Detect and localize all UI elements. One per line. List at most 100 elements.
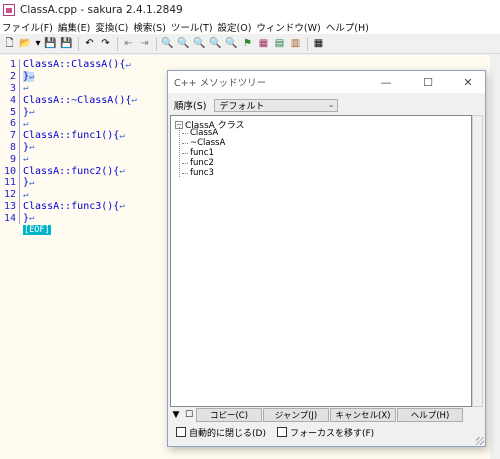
newline-mark: ↵ (29, 107, 35, 118)
tree-item[interactable]: func2 (182, 158, 214, 168)
menu-search[interactable]: 検索(S) (133, 20, 165, 34)
toolbar-separator (307, 36, 308, 51)
settings-icon[interactable]: ▤ (272, 36, 287, 51)
jump-button[interactable]: ジャンプ(J) (263, 407, 329, 422)
resize-grip[interactable] (476, 437, 484, 445)
order-select[interactable]: デフォルト ⌄ (214, 98, 339, 112)
tree-item[interactable]: func3 (182, 168, 214, 178)
dropdown-icon[interactable]: ▾ (34, 36, 42, 51)
editor-line[interactable]: 7 ClassA::func1(){↵ (0, 129, 137, 142)
redo-icon[interactable]: ↷ (98, 36, 113, 51)
menu-tools[interactable]: ツール(T) (171, 20, 213, 34)
method-tree-dialog: C++ メソッドツリー — ☐ ✕ 順序(S) デフォルト ⌄ − ClassA… (167, 70, 486, 447)
editor-line[interactable]: 1 ClassA::ClassA(){↵ (0, 59, 137, 71)
editor-line[interactable]: 14} ↵ (0, 212, 137, 225)
editor-line[interactable]: 6 ↵ (0, 117, 137, 130)
save-all-icon[interactable]: 💾 (59, 36, 74, 51)
line-separator (19, 165, 20, 177)
menu-help[interactable]: ヘルプ(H) (326, 20, 369, 34)
line-number: 2 (9, 71, 16, 83)
dialog-title-bar[interactable]: C++ メソッドツリー — ☐ ✕ (168, 71, 485, 93)
undo-icon[interactable]: ↶ (82, 36, 97, 51)
newline-mark: ↵ (29, 177, 35, 188)
editor-line[interactable]: 11} ↵ (0, 176, 137, 189)
line-number: 8 (9, 141, 16, 153)
menu-file[interactable]: ファイル(F) (2, 20, 53, 34)
order-row: 順序(S) デフォルト ⌄ (174, 98, 339, 112)
search-prev-icon[interactable]: 🔍 (160, 36, 175, 51)
editor-line[interactable]: 9 ↵ (0, 153, 137, 166)
line-separator (19, 59, 20, 71)
maximize-icon[interactable]: ☐ (420, 74, 436, 90)
close-icon[interactable]: ✕ (460, 74, 476, 90)
line-separator (19, 224, 20, 236)
window-title: ClassA.cpp - sakura 2.4.1.2849 (20, 3, 183, 16)
back-icon[interactable]: ⇤ (121, 36, 136, 51)
newline-mark: ↵ (23, 154, 29, 165)
method-tree[interactable]: − ClassA クラス ClassA ~ClassA func1 func2 … (170, 115, 472, 407)
title-bar: ClassA.cpp - sakura 2.4.1.2849 (0, 0, 500, 19)
line-separator (19, 176, 20, 189)
line-number: 9 (9, 153, 16, 165)
newline-mark: ↵ (29, 142, 35, 153)
code-text: ClassA::ClassA(){ (23, 59, 126, 71)
move-focus-checkbox[interactable] (276, 427, 287, 437)
editor-line[interactable]: [EOF] (0, 224, 137, 236)
tree-item[interactable]: ClassA (182, 128, 218, 138)
editor-line[interactable]: 4 ClassA::~ClassA(){↵ (0, 94, 137, 107)
jump-icon[interactable]: ⚑ (240, 36, 255, 51)
order-select-value: デフォルト (219, 101, 265, 112)
menu-settings[interactable]: 設定(O) (218, 20, 252, 34)
tree-item[interactable]: func1 (182, 148, 214, 158)
auto-close-checkbox[interactable] (176, 427, 186, 437)
line-number: 13 (3, 200, 16, 212)
line-separator (19, 129, 20, 142)
editor-line[interactable]: 5} ↵ (0, 106, 137, 118)
search-next-icon[interactable]: 🔍 (176, 36, 191, 51)
help-button[interactable]: ヘルプ(H) (397, 407, 463, 422)
tree-item[interactable]: ~ClassA (182, 138, 225, 148)
open-folder-icon[interactable]: 📂 (18, 36, 33, 51)
editor-lines: 1 ClassA::ClassA(){↵ 2} ↵ 3 ↵ 4 ClassA::~Cla… (0, 59, 137, 236)
line-separator (19, 117, 20, 130)
grep-icon[interactable]: 🔍 (192, 36, 207, 51)
ruler (0, 55, 500, 58)
editor-line[interactable]: 12 ↵ (0, 188, 137, 201)
editor-line[interactable]: 2} ↵ (0, 70, 137, 83)
menu-bar: ファイル(F) 編集(E) 変換(C) 検索(S) ツール(T) 設定(O) ウ… (0, 19, 500, 34)
tree-connector (179, 127, 180, 177)
newline-mark: ↵ (131, 95, 137, 106)
code-text: ClassA::func2(){ (23, 165, 120, 177)
auto-close-label[interactable]: 自動的に閉じる(D) (189, 426, 266, 439)
line-number: 7 (9, 130, 16, 142)
editor-line[interactable]: 3 ↵ (0, 82, 137, 95)
editor-scrollbar[interactable] (490, 55, 500, 459)
new-file-icon[interactable]: 🗋 (2, 36, 17, 51)
line-separator (19, 141, 20, 154)
newline-mark: ↵ (23, 83, 29, 94)
replace-icon[interactable]: 🔍 (208, 36, 223, 51)
dock-icon[interactable]: ☐ (183, 409, 195, 421)
line-separator (19, 94, 20, 107)
menu-edit[interactable]: 編集(E) (58, 20, 90, 34)
dialog-scrollbar[interactable] (472, 115, 483, 407)
toolbar-separator (78, 36, 79, 51)
menu-convert[interactable]: 変換(C) (95, 20, 128, 34)
editor-line[interactable]: 8} ↵ (0, 141, 137, 154)
editor-line[interactable]: 13 ClassA::func3(){↵ (0, 200, 137, 213)
save-icon[interactable]: 💾 (43, 36, 58, 51)
menu-window[interactable]: ウィンドウ(W) (256, 20, 320, 34)
compare-icon[interactable]: 🔍 (224, 36, 239, 51)
minimize-icon[interactable]: — (378, 74, 394, 90)
dialog-button-row: ▼ ☐ コピー(C) ジャンプ(J) キャンセル(X) ヘルプ(H) (170, 407, 464, 422)
window-list-icon[interactable]: ▦ (311, 36, 326, 51)
arrow-down-icon[interactable]: ▼ (170, 409, 182, 421)
outline-icon[interactable]: ▦ (256, 36, 271, 51)
line-number: 6 (9, 118, 16, 130)
copy-button[interactable]: コピー(C) (196, 407, 262, 422)
editor-line[interactable]: 10 ClassA::func2(){↵ (0, 165, 137, 177)
tools-icon[interactable]: ▥ (288, 36, 303, 51)
forward-icon[interactable]: ⇥ (137, 36, 152, 51)
move-focus-label[interactable]: フォーカスを移す(F) (290, 426, 374, 439)
cancel-button[interactable]: キャンセル(X) (330, 407, 396, 422)
